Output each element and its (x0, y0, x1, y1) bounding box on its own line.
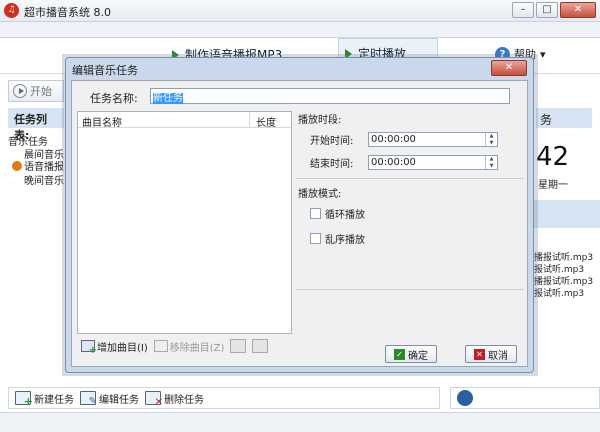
loop-label: 循环播放 (325, 210, 365, 221)
task-name-value: 新任务 (153, 93, 183, 104)
close-button[interactable]: ✕ (560, 2, 596, 18)
statusbar (0, 412, 600, 432)
minimize-button[interactable]: – (512, 2, 534, 18)
play-period-label: 播放时段: (298, 115, 342, 126)
window-controls: – □ ✕ (512, 2, 596, 18)
spin-down-icon[interactable]: ▼ (486, 163, 497, 170)
move-down-icon[interactable] (252, 339, 269, 353)
end-time-value: 00:00:00 (371, 157, 416, 168)
start-time-input[interactable]: 00:00:00 ▲ ▼ (368, 132, 498, 147)
column-song-name[interactable]: 曲目名称 (78, 112, 250, 129)
playing-icon (12, 160, 22, 171)
start-label: 开始 (30, 85, 52, 98)
main-titlebar: ♫ 超市播音系统 8.0 – □ ✕ (0, 0, 600, 22)
add-song-label: 增加曲目(I) (97, 342, 148, 354)
cancel-button[interactable]: ✕ 取消 (465, 345, 517, 363)
add-song-icon (81, 340, 97, 356)
dialog-body: 任务名称: 新任务 曲目名称 长度 增加曲目(I) 移除曲目(Z) 播放时段: (71, 80, 528, 367)
delete-task-label: 删除任务 (164, 394, 204, 406)
dialog-close-button[interactable]: ✕ (491, 60, 527, 76)
new-task-label: 新建任务 (34, 394, 74, 406)
new-task-button[interactable]: 新建任务 (15, 391, 74, 408)
divider (296, 289, 524, 290)
right-panel-head: 务 (536, 108, 592, 128)
remove-song-icon (153, 340, 168, 352)
remove-song-label: 移除曲目(Z) (169, 342, 225, 354)
task-item[interactable]: 晚间音乐任务 (8, 172, 64, 185)
add-song-button[interactable]: 增加曲目(I) (81, 339, 148, 356)
task-list-title: 任务列表: (8, 108, 64, 142)
weekday-label: 星期一 (538, 180, 568, 191)
edit-music-task-dialog: 编辑音乐任务 ✕ 任务名称: 新任务 曲目名称 长度 增加曲目(I) 移除曲目(… (65, 57, 534, 373)
start-time-label: 开始时间: (310, 136, 354, 147)
list-item[interactable]: 报试听.mp3 (534, 286, 600, 298)
delete-task-icon (145, 391, 163, 408)
loop-checkbox[interactable] (310, 208, 321, 219)
edit-task-icon (80, 391, 97, 407)
app-logo-icon: ♫ (4, 3, 19, 18)
play-icon (13, 84, 27, 98)
task-actions-bar: 新建任务 编辑任务 删除任务 (8, 387, 440, 409)
list-item[interactable]: 报试听.mp3 (534, 262, 600, 274)
player-bar (450, 387, 600, 409)
player-play-icon[interactable] (457, 390, 473, 406)
check-icon: ✓ (394, 348, 405, 360)
add-task-icon (15, 391, 33, 408)
end-time-row: 结束时间: 00:00:00 ▲ ▼ (310, 155, 524, 170)
chevron-down-icon: ▾ (540, 47, 546, 61)
edit-task-button[interactable]: 编辑任务 (80, 391, 139, 407)
edit-task-label: 编辑任务 (99, 394, 139, 406)
app-title: 超市播音系统 8.0 (24, 6, 111, 19)
play-mode-label: 播放模式: (298, 189, 342, 200)
start-time-value: 00:00:00 (371, 134, 416, 145)
spin-down-icon[interactable]: ▼ (486, 140, 497, 147)
end-time-spinner[interactable]: ▲ ▼ (485, 156, 497, 169)
clock-display: 42 (536, 142, 570, 172)
start-time-row: 开始时间: 00:00:00 ▲ ▼ (310, 132, 524, 147)
list-item[interactable]: 播报试听.mp3 (534, 250, 600, 262)
move-up-icon[interactable] (230, 339, 247, 353)
task-item-active[interactable]: 语音播报任务 (8, 159, 64, 172)
cancel-icon: ✕ (474, 348, 485, 360)
song-list[interactable]: 曲目名称 长度 (77, 111, 292, 334)
song-toolbar: 增加曲目(I) 移除曲目(Z) (77, 337, 292, 356)
task-tree: 音乐任务 晨间音乐任务 语音播报任务 晚间音乐任务 (8, 133, 64, 185)
remove-song-button[interactable]: 移除曲目(Z) (153, 339, 225, 354)
list-item[interactable]: 播报试听.mp3 (534, 274, 600, 286)
shuffle-checkbox-row[interactable]: 乱序播放 (310, 231, 524, 246)
task-name-label: 任务名称: (90, 92, 138, 105)
start-button[interactable]: 开始 (8, 80, 64, 102)
shuffle-checkbox[interactable] (310, 233, 321, 244)
task-item-label: 语音播报任务 (24, 162, 64, 172)
shuffle-label: 乱序播放 (325, 235, 365, 246)
task-item[interactable]: 晨间音乐任务 (8, 146, 64, 159)
end-time-input[interactable]: 00:00:00 ▲ ▼ (368, 155, 498, 170)
task-name-input[interactable]: 新任务 (150, 88, 510, 104)
menubar (0, 22, 600, 38)
dialog-title: 编辑音乐任务 (72, 64, 138, 77)
task-group[interactable]: 音乐任务 (8, 133, 64, 146)
column-length[interactable]: 长度 (250, 112, 282, 129)
cancel-label: 取消 (488, 350, 508, 362)
end-time-label: 结束时间: (310, 159, 354, 170)
ok-button[interactable]: ✓ 确定 (385, 345, 437, 363)
maximize-button[interactable]: □ (536, 2, 558, 18)
divider (296, 178, 524, 179)
right-panel-bar (534, 200, 600, 228)
song-list-header: 曲目名称 长度 (78, 112, 291, 129)
file-list: 播报试听.mp3 报试听.mp3 播报试听.mp3 报试听.mp3 (534, 250, 600, 298)
loop-checkbox-row[interactable]: 循环播放 (310, 206, 524, 221)
ok-label: 确定 (408, 350, 428, 362)
play-settings: 播放时段: 开始时间: 00:00:00 ▲ ▼ 结束时间: 00:00:00 ▲… (296, 111, 524, 256)
start-time-spinner[interactable]: ▲ ▼ (485, 133, 497, 146)
delete-task-button[interactable]: 删除任务 (145, 391, 204, 408)
